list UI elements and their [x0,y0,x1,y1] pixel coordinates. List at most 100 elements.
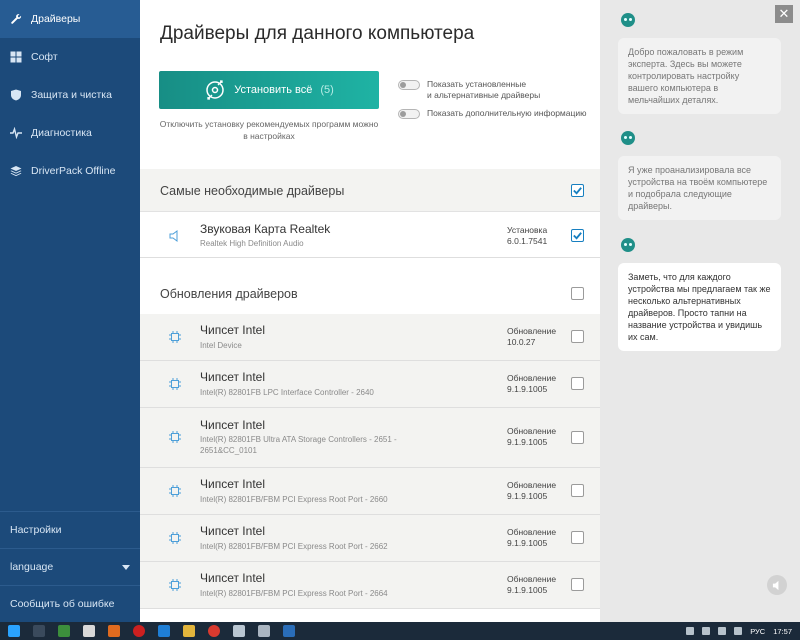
chip-icon [169,331,181,343]
driver-name: Звуковая Карта Realtek [200,222,331,236]
sidebar-item-software[interactable]: Софт [0,38,140,76]
driver-row[interactable]: Чипсет Intel Intel(R) 82801FB/FBM PCI Ex… [140,468,600,515]
tray-icon[interactable] [686,627,695,635]
sidebar-item-label: DriverPack Offline [31,165,116,177]
driver-name: Чипсет Intel [200,477,265,491]
section-essential-checkbox[interactable] [571,184,584,197]
sidebar-item-offline[interactable]: DriverPack Offline [0,152,140,190]
pulse-icon [10,127,22,139]
driver-checkbox[interactable] [571,531,584,544]
toggle-show-info[interactable]: Показать дополнительную информацию [398,108,587,119]
driver-version: Обновление 9.1.9.1005 [507,527,556,549]
system-tray: РУС 17:57 [686,622,792,640]
sidebar-item-protection[interactable]: Защита и чистка [0,76,140,114]
section-essential-header[interactable]: Самые необходимые драйверы [140,169,600,213]
driver-row[interactable]: Чипсет Intel Intel(R) 82801FB Ultra ATA … [140,408,600,468]
app-icon[interactable] [158,625,170,637]
app-icon[interactable] [58,625,70,637]
driver-row[interactable]: Звуковая Карта Realtek Realtek High Defi… [140,211,600,258]
wrench-icon [10,13,22,25]
driver-action: Установка [507,225,548,235]
driver-device: Intel(R) 82801FB/FBM PCI Express Root Po… [200,495,388,504]
settings-link[interactable]: Настройки [0,511,140,548]
driver-checkbox[interactable] [571,229,584,242]
driver-device: Intel Device [200,341,242,350]
close-button[interactable]: ✕ [775,5,793,23]
sidebar-item-drivers[interactable]: Драйверы [0,0,140,38]
driver-device: Intel(R) 82801FB Ultra ATA Storage Contr… [200,435,397,455]
app-icon[interactable] [233,625,245,637]
driver-version: Установка 6.0.1.7541 [507,225,547,247]
speaker-icon [169,230,178,242]
driver-version: Обновление 9.1.9.1005 [507,426,556,448]
driver-name: Чипсет Intel [200,524,265,538]
driver-device: Intel(R) 82801FB/FBM PCI Express Root Po… [200,589,388,598]
report-bug-link[interactable]: Сообщить об ошибке [0,585,140,622]
folder-icon[interactable] [183,625,195,637]
toggle-label-line: Показать установленные [427,79,527,89]
disc-icon [206,80,224,100]
language-select[interactable]: language [0,548,140,585]
start-icon[interactable] [8,625,20,637]
driver-row[interactable]: Чипсет Intel Intel(R) 82801FB/FBM PCI Ex… [140,562,600,609]
chevron-down-icon [122,564,130,570]
sidebar-item-diagnostics[interactable]: Диагностика [0,114,140,152]
driver-checkbox[interactable] [571,431,584,444]
app-icon[interactable] [108,625,120,637]
toggle-label: Показать дополнительную информацию [427,108,587,118]
app-icon[interactable] [83,625,95,637]
driver-row[interactable]: Чипсет Intel Intel(R) 82801FB LPC Interf… [140,361,600,408]
sidebar-item-label: Диагностика [31,127,92,139]
driver-row[interactable]: Чипсет Intel Intel(R) 82801FB/FBM PCI Ex… [140,515,600,562]
driver-checkbox[interactable] [571,330,584,343]
assistant-message: Я уже проанализировала все устройства на… [618,156,781,220]
app-icon[interactable] [283,625,295,637]
driver-row[interactable]: Чипсет Intel Intel Device Обновление 10.… [140,314,600,361]
install-all-label: Установить всё [234,84,313,96]
mute-button[interactable] [767,575,787,595]
sidebar-footer: Настройки language Сообщить об ошибке [0,511,140,622]
assistant-panel: ✕ Добро пожаловать в режим эксперта. Зде… [600,0,800,622]
driver-version-number: 9.1.9.1005 [507,585,548,595]
browser-icon[interactable] [133,625,145,637]
driver-version: Обновление 10.0.27 [507,326,556,348]
network-icon[interactable] [718,627,727,635]
driver-action: Обновление [507,373,557,383]
driver-action: Обновление [507,527,557,537]
driver-action: Обновление [507,426,557,436]
speaker-mute-icon [772,580,778,590]
app-icon[interactable] [258,625,270,637]
toggle-label-line: и альтернативные драйверы [427,90,541,100]
chrome-icon[interactable] [208,625,220,637]
driver-action: Обновление [507,480,557,490]
volume-icon[interactable] [734,627,743,635]
language-label: language [10,561,54,573]
install-all-button[interactable]: Установить всё (5) [159,71,379,109]
taskbar: РУС 17:57 [0,622,800,640]
app-icon[interactable] [33,625,45,637]
assistant-message: Добро пожаловать в режим эксперта. Здесь… [618,38,781,114]
driver-checkbox[interactable] [571,578,584,591]
driver-checkbox[interactable] [571,484,584,497]
section-title: Самые необходимые драйверы [160,184,345,198]
section-updates-header[interactable]: Обновления драйверов [140,272,600,316]
tray-icon[interactable] [702,627,711,635]
section-updates-checkbox[interactable] [571,287,584,300]
driver-checkbox[interactable] [571,377,584,390]
sidebar-item-label: Софт [31,51,58,63]
chip-icon [169,485,181,497]
driver-action: Обновление [507,326,557,336]
chip-icon [169,532,181,544]
driver-device: Intel(R) 82801FB LPC Interface Controlle… [200,388,374,397]
assistant-avatar-icon [621,13,635,27]
section-title: Обновления драйверов [160,287,298,301]
toggle-switch[interactable] [398,80,420,90]
report-bug-label: Сообщить об ошибке [10,598,115,610]
toggle-show-installed[interactable]: Показать установленные и альтернативные … [398,79,540,101]
toggle-switch[interactable] [398,109,420,119]
sidebar-item-label: Защита и чистка [31,89,112,101]
clock[interactable]: 17:57 [773,627,792,636]
sidebar-item-label: Драйверы [31,13,81,25]
main-panel: Драйверы для данного компьютера Установи… [140,0,600,622]
language-indicator[interactable]: РУС [750,627,765,636]
